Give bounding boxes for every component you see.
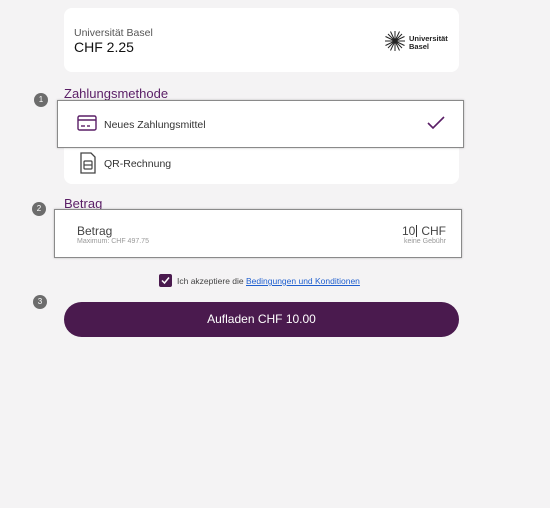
- topup-submit-button[interactable]: Aufladen CHF 10.00: [64, 302, 459, 337]
- amount-field-label: Betrag: [77, 224, 113, 238]
- payment-option-label: QR-Rechnung: [104, 158, 172, 170]
- step-badge-2: 2: [32, 202, 46, 216]
- credit-card-icon: [77, 115, 97, 131]
- basel-emblem-icon: [385, 31, 405, 51]
- payment-option-label: Neues Zahlungsmittel: [104, 119, 206, 131]
- checkbox-check-icon: [161, 277, 170, 285]
- terms-checkbox[interactable]: [159, 274, 172, 287]
- university-logo: Universität Basel: [384, 30, 454, 56]
- payment-option-new[interactable]: Neues Zahlungsmittel: [57, 100, 464, 148]
- fee-note: keine Gebühr: [403, 238, 446, 245]
- qr-invoice-icon: [80, 152, 96, 174]
- terms-text: Ich akzeptiere die: [177, 276, 244, 286]
- amount-input[interactable]: Betrag Maximum: CHF 497.75 10 CHF keine G…: [54, 209, 462, 258]
- institution-name: Universität Basel: [74, 27, 153, 39]
- balance-amount: CHF 2.25: [74, 39, 134, 55]
- terms-link[interactable]: Bedingungen und Konditionen: [246, 276, 360, 286]
- step-badge-1: 1: [34, 93, 48, 107]
- step-badge-3: 3: [33, 295, 47, 309]
- checkmark-icon: [427, 116, 445, 130]
- amount-value[interactable]: 10 CHF: [402, 224, 446, 238]
- amount-maximum: Maximum: CHF 497.75: [77, 238, 149, 245]
- logo-wordmark: Universität Basel: [409, 34, 448, 51]
- payment-method-title: Zahlungsmethode: [64, 86, 169, 101]
- payment-option-qr[interactable]: QR-Rechnung: [64, 150, 459, 180]
- balance-card: Universität Basel CHF 2.25 Universität B…: [64, 8, 459, 72]
